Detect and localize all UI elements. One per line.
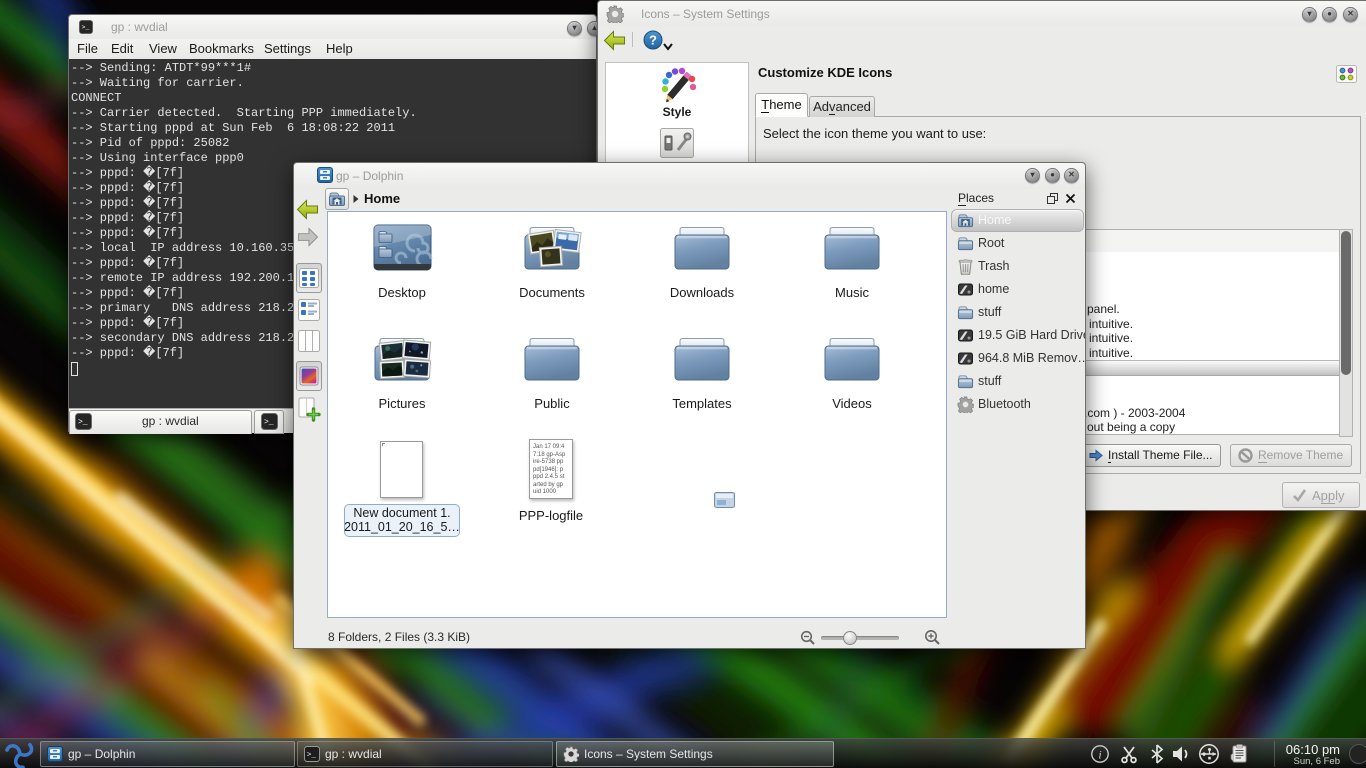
svg-text:i: i xyxy=(1098,748,1101,762)
svg-text:?: ? xyxy=(649,33,657,48)
svg-text:>_: >_ xyxy=(78,418,88,427)
svg-text:>_: >_ xyxy=(81,24,89,31)
svg-text:>_: >_ xyxy=(264,418,274,427)
svg-text:>_: >_ xyxy=(307,751,317,759)
